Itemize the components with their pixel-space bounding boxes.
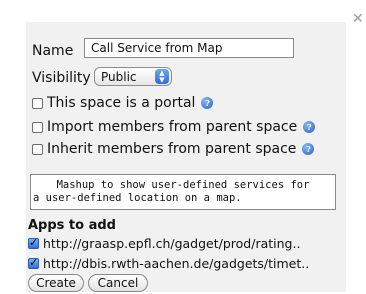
portal-checkbox[interactable]	[32, 97, 43, 109]
help-icon[interactable]: ?	[303, 121, 316, 133]
app-item[interactable]: http://graasp.epfl.ch/gadget/prod/rating…	[28, 235, 300, 251]
close-icon[interactable]: ✕	[352, 12, 364, 26]
portal-label: This space is a portal	[47, 95, 196, 111]
name-label: Name	[32, 43, 74, 59]
visibility-label: Visibility	[32, 70, 91, 86]
app-checkbox[interactable]	[28, 256, 39, 269]
option-import-members[interactable]: Import members from parent space ?	[32, 118, 316, 136]
apps-to-add-heading: Apps to add	[28, 218, 116, 233]
import-members-checkbox[interactable]	[32, 121, 43, 133]
description-line-2: a user-defined location on a map.	[33, 192, 242, 204]
option-inherit-members[interactable]: Inherit members from parent space ?	[32, 140, 315, 158]
name-row: Name	[32, 40, 73, 62]
import-members-label: Import members from parent space	[47, 119, 298, 135]
help-icon[interactable]: ?	[302, 143, 315, 155]
visibility-select[interactable]: Public ▲ ▼	[94, 67, 172, 86]
create-space-dialog: Name Visibility Public ▲▼ This space is …	[26, 22, 346, 292]
description-line-1: Mashup to show user-defined services for	[56, 179, 310, 191]
help-icon[interactable]: ?	[201, 97, 214, 109]
visibility-selected-value: Public	[101, 69, 137, 84]
app-item[interactable]: http://dbis.rwth-aachen.de/gadgets/timet…	[28, 255, 309, 271]
inherit-members-checkbox[interactable]	[32, 143, 43, 155]
name-input[interactable]	[84, 38, 294, 58]
inherit-members-label: Inherit members from parent space	[47, 141, 297, 157]
select-arrows-icon: ▲ ▼	[155, 69, 169, 84]
app-url: http://graasp.epfl.ch/gadget/prod/rating…	[43, 235, 301, 251]
create-button[interactable]: Create	[28, 274, 84, 292]
description-textarea[interactable]: Mashup to show user-defined services for…	[30, 174, 336, 210]
app-url: http://dbis.rwth-aachen.de/gadgets/timet…	[43, 255, 310, 271]
app-checkbox[interactable]	[28, 236, 39, 249]
option-portal[interactable]: This space is a portal ?	[32, 94, 214, 112]
cancel-button[interactable]: Cancel	[88, 274, 148, 292]
visibility-row: Visibility	[32, 68, 91, 88]
